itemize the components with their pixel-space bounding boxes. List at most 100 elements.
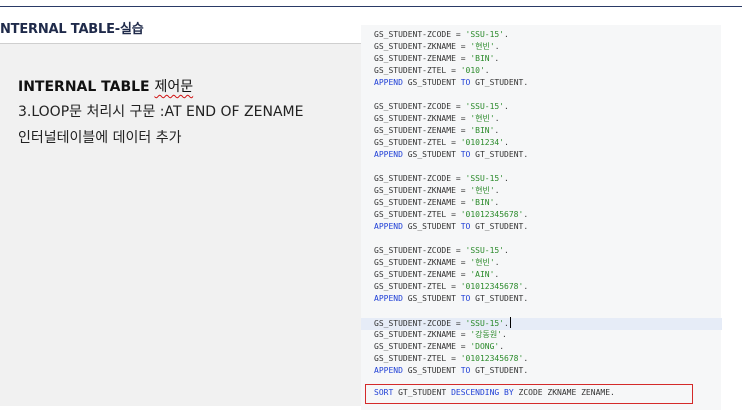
- code-string-literal: '01012345678': [460, 354, 524, 363]
- code-text: .: [494, 114, 500, 123]
- code-string-literal: '현빈': [470, 42, 495, 51]
- code-text: GS_STUDENT-ZTEL =: [374, 282, 461, 291]
- code-keyword: APPEND: [374, 150, 403, 159]
- code-text: GS_STUDENT-ZENAME =: [374, 54, 471, 63]
- code-string-literal: '현빈': [470, 186, 495, 195]
- code-line: APPEND GS_STUDENT TO GT_STUDENT.: [374, 365, 528, 377]
- code-keyword: TO: [460, 78, 471, 87]
- code-string-literal: '01012345678': [460, 210, 524, 219]
- code-text: GS_STUDENT-ZKNAME =: [374, 258, 471, 267]
- top-rule: [0, 6, 742, 7]
- code-text: GS_STUDENT-ZENAME =: [374, 270, 471, 279]
- code-line: GS_STUDENT-ZTEL = '01012345678'.: [374, 209, 528, 221]
- code-line: GS_STUDENT-ZKNAME = '현빈'.: [374, 41, 500, 53]
- code-text: .: [494, 54, 500, 63]
- code-line: GS_STUDENT-ZKNAME = '현빈'.: [374, 257, 500, 269]
- code-text: GS_STUDENT: [402, 222, 461, 231]
- code-text: GS_STUDENT-ZTEL =: [374, 210, 461, 219]
- code-string-literal: '현빈': [470, 114, 495, 123]
- code-line: GS_STUDENT-ZCODE = 'SSU-15'.: [374, 173, 509, 185]
- code-keyword: APPEND: [374, 78, 403, 87]
- code-string-literal: '010': [460, 66, 485, 75]
- code-string-literal: '0101234': [460, 138, 505, 147]
- code-text: GT_STUDENT.: [470, 222, 529, 231]
- code-line: GS_STUDENT-ZTEL = '010'.: [374, 65, 490, 77]
- code-line: APPEND GS_STUDENT TO GT_STUDENT.: [374, 293, 528, 305]
- code-line: APPEND GS_STUDENT TO GT_STUDENT.: [374, 77, 528, 89]
- code-text: .: [499, 342, 505, 351]
- code-text: .: [494, 258, 500, 267]
- code-text: GS_STUDENT: [402, 366, 461, 375]
- code-string-literal: 'AIN': [470, 270, 495, 279]
- code-text: GS_STUDENT-ZCODE =: [374, 174, 466, 183]
- code-string-literal: 'SSU-15': [465, 246, 505, 255]
- code-text: .: [504, 138, 509, 147]
- code-text: .: [494, 126, 500, 135]
- code-text: .: [504, 319, 509, 328]
- sort-statement: SORT GT_STUDENT DESCENDING BY ZCODE ZKNA…: [374, 387, 615, 399]
- code-line: GS_STUDENT-ZENAME = 'BIN'.: [374, 53, 499, 65]
- code-text: .: [523, 354, 529, 363]
- code-line: GS_STUDENT-ZKNAME = '강동원'.: [374, 329, 507, 341]
- code-line: GS_STUDENT-ZKNAME = '현빈'.: [374, 113, 500, 125]
- code-keyword: TO: [460, 222, 471, 231]
- code-text: .: [504, 30, 509, 39]
- code-text: GS_STUDENT-ZTEL =: [374, 354, 461, 363]
- code-keyword: APPEND: [374, 294, 403, 303]
- code-text: .: [504, 102, 509, 111]
- code-text: GT_STUDENT.: [470, 294, 529, 303]
- code-text: .: [504, 174, 509, 183]
- code-text: GT_STUDENT.: [470, 150, 529, 159]
- code-line: GS_STUDENT-ZENAME = 'AIN'.: [374, 269, 499, 281]
- code-text: GS_STUDENT-ZENAME =: [374, 126, 471, 135]
- code-text: .: [494, 270, 500, 279]
- code-line: GS_STUDENT-ZENAME = 'DONG'.: [374, 341, 504, 353]
- code-text: GT_STUDENT.: [470, 78, 529, 87]
- append-data-line: 인터널테이블에 데이터 추가: [18, 130, 182, 146]
- code-text: GS_STUDENT-ZENAME =: [374, 198, 471, 207]
- section-heading: INTERNAL TABLE 제어문: [18, 76, 193, 96]
- sort-keyword: SORT: [374, 388, 394, 397]
- code-line: APPEND GS_STUDENT TO GT_STUDENT.: [374, 149, 528, 161]
- code-text: .: [484, 66, 490, 75]
- code-text: GS_STUDENT-ZCODE =: [374, 319, 466, 328]
- code-text: .: [504, 246, 509, 255]
- code-text: GS_STUDENT-ZTEL =: [374, 138, 461, 147]
- left-content-panel: [0, 44, 364, 406]
- sort-descending-keyword: DESCENDING BY: [451, 388, 514, 397]
- code-line: GS_STUDENT-ZCODE = 'SSU-15'.: [374, 101, 509, 113]
- code-string-literal: '강동원': [470, 330, 503, 339]
- code-line: GS_STUDENT-ZCODE = 'SSU-15'.: [374, 245, 509, 257]
- code-text: .: [502, 330, 507, 339]
- code-text: GS_STUDENT-ZKNAME =: [374, 114, 471, 123]
- code-line: GS_STUDENT-ZENAME = 'BIN'.: [374, 125, 499, 137]
- heading-text: INTERNAL TABLE: [18, 79, 155, 95]
- code-text: GS_STUDENT: [402, 294, 461, 303]
- code-line: GS_STUDENT-ZENAME = 'BIN'.: [374, 197, 499, 209]
- code-text: GS_STUDENT-ZKNAME =: [374, 186, 471, 195]
- code-text: GT_STUDENT.: [470, 366, 529, 375]
- code-string-literal: 'DONG': [470, 342, 500, 351]
- code-keyword: APPEND: [374, 366, 403, 375]
- code-line: GS_STUDENT-ZTEL = '01012345678'.: [374, 281, 528, 293]
- code-text: GS_STUDENT-ZTEL =: [374, 66, 461, 75]
- code-text: .: [494, 198, 500, 207]
- code-keyword: TO: [460, 150, 471, 159]
- code-line: GS_STUDENT-ZKNAME = '현빈'.: [374, 185, 500, 197]
- sort-fields: ZCODE ZKNAME ZENAME.: [513, 388, 615, 397]
- code-line: GS_STUDENT-ZTEL = '01012345678'.: [374, 353, 528, 365]
- code-keyword: TO: [460, 294, 471, 303]
- code-text: GS_STUDENT-ZCODE =: [374, 102, 466, 111]
- code-text: GS_STUDENT-ZENAME =: [374, 342, 471, 351]
- code-keyword: APPEND: [374, 222, 403, 231]
- code-line: GS_STUDENT-ZTEL = '0101234'.: [374, 137, 509, 149]
- code-text: GS_STUDENT-ZKNAME =: [374, 330, 471, 339]
- code-string-literal: 'SSU-15': [465, 102, 505, 111]
- code-text: GS_STUDENT-ZCODE =: [374, 246, 466, 255]
- code-text: GS_STUDENT: [402, 78, 461, 87]
- loop-syntax-line: 3.LOOP문 처리시 구문 :AT END OF ZENAME: [18, 104, 304, 120]
- code-text: .: [494, 42, 500, 51]
- sort-table-name: GT_STUDENT: [393, 388, 452, 397]
- code-text: GS_STUDENT-ZKNAME =: [374, 42, 471, 51]
- code-line: APPEND GS_STUDENT TO GT_STUDENT.: [374, 221, 528, 233]
